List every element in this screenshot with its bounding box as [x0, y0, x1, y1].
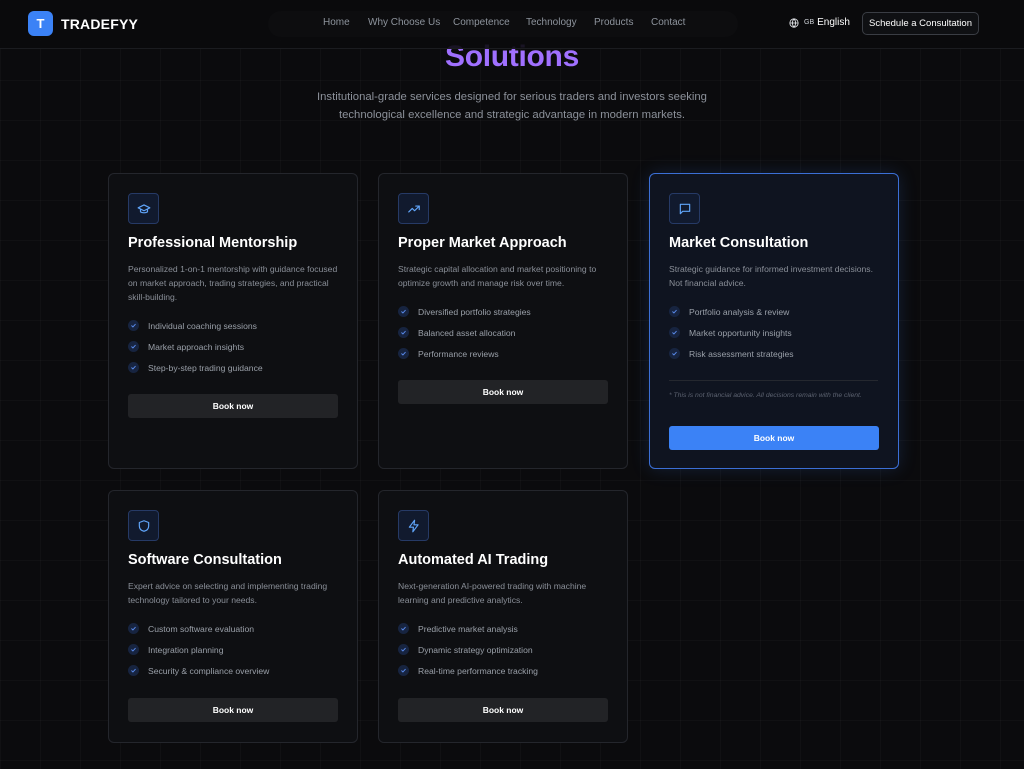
check-icon [669, 306, 680, 317]
service-card-ai-trading: Automated AI Trading Next-generation AI-… [378, 490, 628, 743]
feature-label: Diversified portfolio strategies [418, 306, 531, 317]
feature-item: Balanced asset allocation [398, 322, 531, 343]
site-header: T TRADEFYY Home Why Choose Us Competence… [0, 0, 1024, 49]
service-card-market-consultation: Market Consultation Strategic guidance f… [649, 173, 899, 469]
nav-link-products[interactable]: Products [594, 17, 633, 28]
globe-icon [789, 17, 799, 28]
service-card-mentorship: Professional Mentorship Personalized 1-o… [108, 173, 358, 469]
feature-label: Dynamic strategy optimization [418, 644, 533, 655]
feature-list: Diversified portfolio strategies Balance… [398, 301, 531, 364]
feature-item: Custom software evaluation [128, 618, 269, 639]
check-icon [398, 306, 409, 317]
book-now-button[interactable]: Book now [128, 394, 338, 418]
feature-item: Market approach insights [128, 336, 263, 357]
feature-item: Market opportunity insights [669, 322, 794, 343]
feature-label: Individual coaching sessions [148, 320, 257, 331]
card-description: Strategic guidance for informed investme… [669, 264, 873, 288]
feature-label: Risk assessment strategies [689, 348, 794, 359]
feature-label: Step-by-step trading guidance [148, 362, 263, 373]
card-divider [669, 380, 878, 381]
feature-item: Dynamic strategy optimization [398, 639, 538, 660]
card-title: Software Consultation [128, 552, 282, 568]
page-subtitle: Institutional-grade services designed fo… [317, 91, 707, 121]
lightning-icon [398, 510, 429, 541]
feature-label: Custom software evaluation [148, 623, 255, 634]
check-icon [128, 665, 139, 676]
check-icon [669, 348, 680, 359]
service-card-software-consultation: Software Consultation Expert advice on s… [108, 490, 358, 743]
nav-link-contact[interactable]: Contact [651, 17, 685, 28]
nav-link-why-choose-us[interactable]: Why Choose Us [368, 17, 440, 28]
feature-item: Diversified portfolio strategies [398, 301, 531, 322]
card-title: Market Consultation [669, 235, 809, 251]
feature-list: Portfolio analysis & review Market oppor… [669, 301, 794, 364]
language-label: English [817, 17, 850, 28]
card-description: Personalized 1-on-1 mentorship with guid… [128, 264, 338, 302]
language-selector[interactable]: GB English [789, 17, 850, 28]
feature-item: Security & compliance overview [128, 660, 269, 681]
feature-label: Market approach insights [148, 341, 245, 352]
message-square-icon [669, 193, 700, 224]
graduation-cap-icon [128, 193, 159, 224]
feature-item: Performance reviews [398, 343, 531, 364]
card-title: Professional Mentorship [128, 235, 298, 251]
feature-item: Real-time performance tracking [398, 660, 538, 681]
check-icon [128, 341, 139, 352]
feature-item: Step-by-step trading guidance [128, 357, 263, 378]
feature-label: Balanced asset allocation [418, 327, 516, 338]
check-icon [398, 665, 409, 676]
card-description: Expert advice on selecting and implement… [128, 581, 328, 605]
check-icon [398, 623, 409, 634]
feature-item: Portfolio analysis & review [669, 301, 794, 322]
card-description: Next-generation AI-powered trading with … [398, 581, 587, 605]
nav-link-competence[interactable]: Competence [453, 17, 510, 28]
trending-up-icon [398, 193, 429, 224]
card-description: Strategic capital allocation and market … [398, 264, 597, 288]
check-icon [128, 623, 139, 634]
feature-item: Risk assessment strategies [669, 343, 794, 364]
nav-link-home[interactable]: Home [323, 17, 350, 28]
feature-label: Real-time performance tracking [418, 665, 538, 676]
shield-icon [128, 510, 159, 541]
check-icon [128, 362, 139, 373]
service-card-market-approach: Proper Market Approach Strategic capital… [378, 173, 628, 469]
card-title: Automated AI Trading [398, 552, 549, 568]
card-title: Proper Market Approach [398, 235, 567, 251]
check-icon [398, 327, 409, 338]
book-now-button[interactable]: Book now [128, 698, 338, 722]
nav-link-technology[interactable]: Technology [526, 17, 577, 28]
check-icon [398, 348, 409, 359]
feature-list: Individual coaching sessions Market appr… [128, 315, 263, 378]
check-icon [669, 327, 680, 338]
feature-item: Predictive market analysis [398, 618, 538, 639]
feature-label: Predictive market analysis [418, 623, 518, 634]
feature-item: Integration planning [128, 639, 269, 660]
feature-label: Performance reviews [418, 348, 499, 359]
schedule-consultation-button[interactable]: Schedule a Consultation [862, 12, 979, 35]
check-icon [128, 320, 139, 331]
book-now-button[interactable]: Book now [398, 380, 608, 404]
disclaimer-text: * This is not financial advice. All deci… [669, 392, 862, 399]
feature-label: Integration planning [148, 644, 224, 655]
book-now-button[interactable]: Book now [669, 426, 879, 450]
feature-item: Individual coaching sessions [128, 315, 263, 336]
feature-label: Security & compliance overview [148, 665, 270, 676]
feature-label: Portfolio analysis & review [689, 306, 790, 317]
check-icon [398, 644, 409, 655]
check-icon [128, 644, 139, 655]
feature-list: Custom software evaluation Integration p… [128, 618, 269, 681]
feature-list: Predictive market analysis Dynamic strat… [398, 618, 538, 681]
feature-label: Market opportunity insights [689, 327, 792, 338]
flag-label: GB [804, 19, 815, 26]
book-now-button[interactable]: Book now [398, 698, 608, 722]
